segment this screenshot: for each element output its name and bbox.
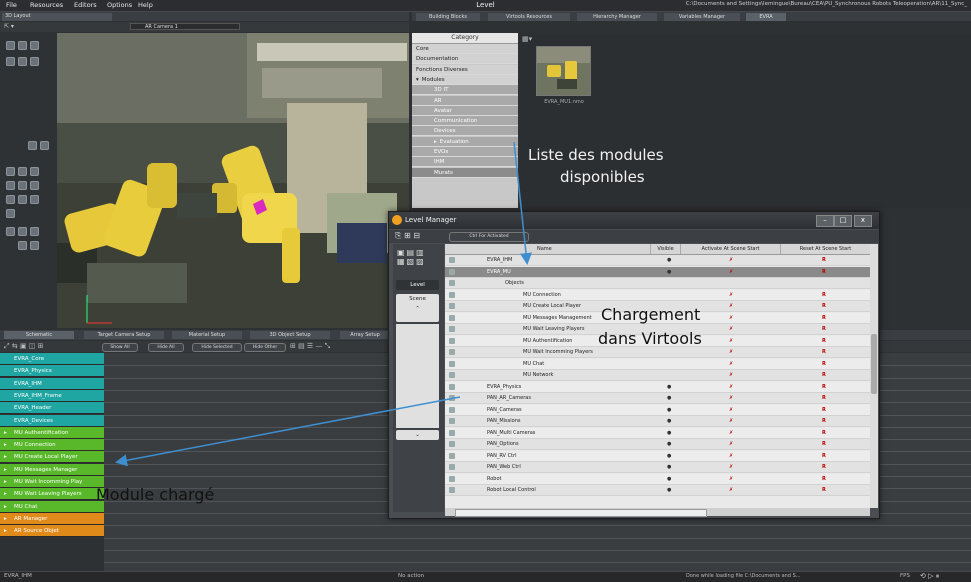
annotation-loaded: Module chargé — [96, 485, 215, 504]
annotation-loading-line2: dans Virtools — [598, 329, 702, 348]
annotation-loading-line1: Chargement — [601, 305, 701, 324]
annotation-modules-line1: Liste des modules — [528, 146, 664, 164]
annotation-modules-line2: disponibles — [560, 168, 645, 186]
arrow-loaded — [115, 396, 461, 467]
arrow-modules — [513, 141, 532, 265]
